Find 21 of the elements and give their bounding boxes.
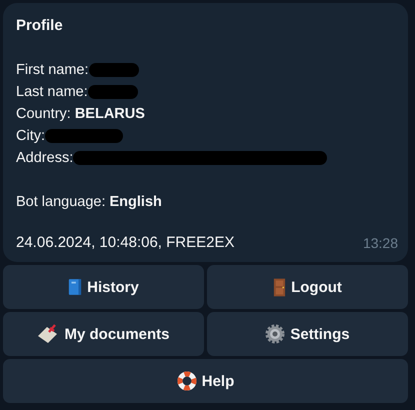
keyboard-button[interactable]: Help — [3, 359, 408, 403]
field-label: Address: — [16, 149, 74, 168]
field-label: Last name: — [16, 83, 88, 102]
field-value: BELARUS — [74, 105, 145, 124]
field-label: Bot language: — [16, 193, 106, 212]
field-label: Country: — [16, 105, 71, 124]
keyboard-button[interactable]: History — [3, 265, 204, 309]
door-icon — [274, 278, 286, 296]
keyboard-button[interactable]: My documents — [3, 312, 204, 356]
message-time: 13:28 — [362, 234, 398, 253]
message-footer: 24.06.2024, 10:48:06, FREE2EX — [16, 232, 234, 254]
field-label: City: — [16, 127, 45, 146]
book-icon — [69, 279, 82, 295]
field-label: First name: — [16, 61, 89, 80]
field-value: English — [110, 193, 162, 212]
message-title: Profile — [16, 16, 64, 36]
keyboard-button[interactable]: Logout — [207, 265, 408, 309]
gear-icon — [266, 324, 285, 344]
lifebuoy-icon — [177, 372, 196, 390]
keyboard-button[interactable]: Settings — [207, 312, 408, 356]
document-icon — [38, 324, 58, 343]
